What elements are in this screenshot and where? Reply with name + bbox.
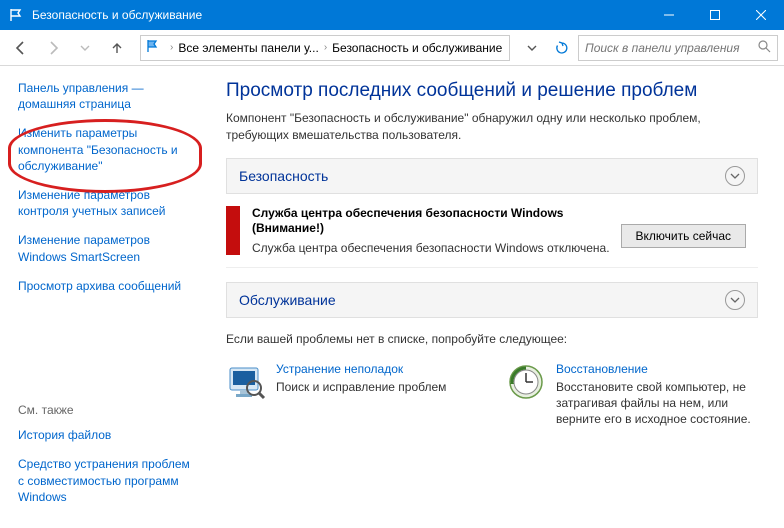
maximize-button[interactable] <box>692 0 738 30</box>
minimize-button[interactable] <box>646 0 692 30</box>
close-button[interactable] <box>738 0 784 30</box>
toolbar: › Все элементы панели у... › Безопасност… <box>0 30 784 66</box>
alert-text: Служба центра обеспечения безопасности W… <box>252 241 611 255</box>
section-security[interactable]: Безопасность <box>226 158 758 194</box>
sidebar-link-file-history[interactable]: История файлов <box>18 427 198 443</box>
alert-subtitle: (Внимание!) <box>252 221 611 235</box>
flag-icon <box>145 39 159 56</box>
refresh-button[interactable] <box>548 35 576 61</box>
recovery-link[interactable]: Восстановление <box>556 362 756 376</box>
sidebar-link-home[interactable]: Панель управления — домашняя страница <box>18 80 198 112</box>
up-button[interactable] <box>102 34 132 62</box>
flag-icon <box>8 7 24 23</box>
alert-severity-strip <box>226 206 240 255</box>
section-maintenance[interactable]: Обслуживание <box>226 282 758 318</box>
breadcrumb-item[interactable]: Все элементы панели у... <box>178 41 318 55</box>
sidebar-link-archive[interactable]: Просмотр архива сообщений <box>18 278 198 294</box>
refresh-dropdown[interactable] <box>518 35 546 61</box>
search-icon <box>758 40 771 56</box>
sidebar-link-compat[interactable]: Средство устранения проблем с совместимо… <box>18 456 198 505</box>
search-input[interactable] <box>585 41 758 55</box>
section-title: Обслуживание <box>239 292 725 308</box>
troubleshoot-icon <box>226 362 266 402</box>
action-troubleshoot: Устранение неполадок Поиск и исправление… <box>226 362 476 428</box>
recovery-icon <box>506 362 546 402</box>
intro-text: Компонент "Безопасность и обслуживание" … <box>226 110 758 144</box>
main-content: Просмотр последних сообщений и решение п… <box>208 66 784 528</box>
page-heading: Просмотр последних сообщений и решение п… <box>226 80 758 102</box>
titlebar: Безопасность и обслуживание <box>0 0 784 30</box>
chevron-down-icon <box>725 166 745 186</box>
breadcrumb-item[interactable]: Безопасность и обслуживание <box>332 41 502 55</box>
recovery-desc: Восстановите свой компьютер, не затрагив… <box>556 379 756 428</box>
footer-text: Если вашей проблемы нет в списке, попроб… <box>226 332 758 346</box>
sidebar-link-smartscreen[interactable]: Изменение параметров Windows SmartScreen <box>18 232 198 264</box>
forward-button[interactable] <box>38 34 68 62</box>
back-button[interactable] <box>6 34 36 62</box>
search-box[interactable] <box>578 35 778 61</box>
action-recovery: Восстановление Восстановите свой компьют… <box>506 362 756 428</box>
chevron-down-icon <box>725 290 745 310</box>
troubleshoot-desc: Поиск и исправление проблем <box>276 379 446 395</box>
sidebar-link-uac[interactable]: Изменение параметров контроля учетных за… <box>18 187 198 219</box>
sidebar: Панель управления — домашняя страница Из… <box>0 66 208 528</box>
see-also-heading: См. также <box>18 403 198 417</box>
section-title: Безопасность <box>239 168 725 184</box>
recent-dropdown[interactable] <box>70 34 100 62</box>
alert-title: Служба центра обеспечения безопасности W… <box>252 206 611 220</box>
troubleshoot-link[interactable]: Устранение неполадок <box>276 362 446 376</box>
chevron-right-icon: › <box>170 42 173 53</box>
alert-box: Служба центра обеспечения безопасности W… <box>226 194 758 268</box>
breadcrumb[interactable]: › Все элементы панели у... › Безопасност… <box>140 35 510 61</box>
chevron-right-icon: › <box>324 42 327 53</box>
sidebar-link-change-settings[interactable]: Изменить параметры компонента "Безопасно… <box>18 125 198 174</box>
window-title: Безопасность и обслуживание <box>32 8 646 22</box>
enable-now-button[interactable]: Включить сейчас <box>621 224 746 248</box>
